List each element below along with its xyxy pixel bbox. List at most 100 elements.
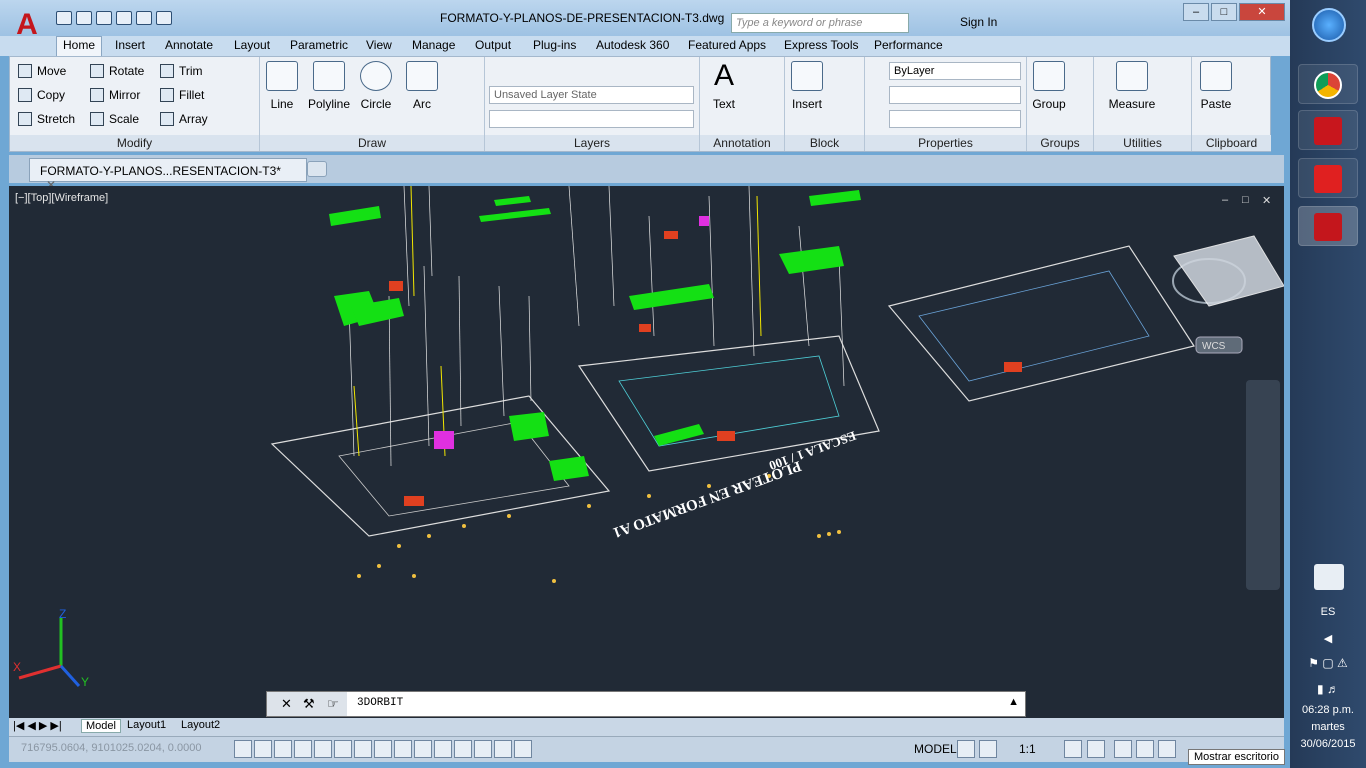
insert-block-button[interactable]: Insert bbox=[785, 57, 829, 111]
polar-tracking-icon[interactable] bbox=[314, 740, 332, 758]
hardware-acceleration-icon[interactable] bbox=[1158, 740, 1176, 758]
dynamic-input-icon[interactable] bbox=[414, 740, 432, 758]
tab-express-tools[interactable]: Express Tools bbox=[778, 37, 864, 53]
network-volume-icons[interactable]: ▮ ♬ bbox=[1290, 682, 1366, 696]
pen-input-icon[interactable] bbox=[1314, 564, 1344, 590]
restore-button[interactable]: □ bbox=[1211, 3, 1237, 21]
layout-nav-icon[interactable]: |◀ ◀ ▶ ▶| bbox=[13, 719, 62, 732]
save-icon[interactable] bbox=[96, 11, 112, 25]
command-input[interactable]: 3DORBIT bbox=[357, 697, 403, 709]
grid-display-icon[interactable] bbox=[274, 740, 292, 758]
dynamic-ucs-icon[interactable] bbox=[394, 740, 412, 758]
copy-button[interactable]: Copy bbox=[18, 88, 65, 102]
lineweight-icon[interactable] bbox=[434, 740, 452, 758]
array-button[interactable]: Array bbox=[160, 112, 208, 126]
sign-in-button[interactable]: Sign In bbox=[960, 15, 997, 29]
annotation-monitor-icon[interactable] bbox=[514, 740, 532, 758]
mirror-button[interactable]: Mirror bbox=[90, 88, 140, 102]
command-line[interactable]: ✕ ⚒ ☞ 3DORBIT ▲ bbox=[266, 691, 1026, 717]
lineweight-dropdown[interactable] bbox=[889, 110, 1021, 128]
close-icon[interactable]: ✕ bbox=[281, 696, 292, 712]
undo-icon[interactable] bbox=[136, 11, 152, 25]
annotation-panel-label[interactable]: Annotation bbox=[700, 135, 784, 151]
scale-button[interactable]: Scale bbox=[90, 112, 139, 126]
workspace-switching-icon[interactable] bbox=[1114, 740, 1132, 758]
groups-panel-label[interactable]: Groups bbox=[1027, 135, 1093, 151]
tab-layout[interactable]: Layout bbox=[228, 37, 276, 53]
snap-mode-icon[interactable] bbox=[254, 740, 272, 758]
navigation-bar[interactable] bbox=[1246, 380, 1280, 590]
command-prompt-icon[interactable]: ☞ bbox=[327, 696, 339, 712]
model-space-button[interactable]: MODEL bbox=[914, 742, 957, 756]
autocad-taskbar-button[interactable] bbox=[1298, 206, 1358, 246]
color-dropdown[interactable]: ByLayer bbox=[889, 62, 1021, 80]
selection-cycling-icon[interactable] bbox=[494, 740, 512, 758]
arc-button[interactable]: Arc bbox=[400, 57, 444, 111]
object-snap-icon[interactable] bbox=[334, 740, 352, 758]
auto-scale-icon[interactable] bbox=[1087, 740, 1105, 758]
block-panel-label[interactable]: Block bbox=[785, 135, 864, 151]
utilities-panel-label[interactable]: Utilities bbox=[1094, 135, 1191, 151]
tab-insert[interactable]: Insert bbox=[109, 37, 151, 53]
new-icon[interactable] bbox=[56, 11, 72, 25]
close-button[interactable]: ✕ bbox=[1239, 3, 1285, 21]
move-button[interactable]: Move bbox=[18, 64, 66, 78]
drawing-viewport[interactable]: [−][Top][Wireframe] – □ ✕ PLOTEAR EN FOR… bbox=[9, 186, 1284, 718]
tab-view[interactable]: View bbox=[360, 37, 398, 53]
search-input[interactable]: Type a keyword or phrase bbox=[731, 13, 909, 33]
rotate-button[interactable]: Rotate bbox=[90, 64, 144, 78]
tab-annotate[interactable]: Annotate bbox=[159, 37, 219, 53]
quick-view-layouts-icon[interactable] bbox=[957, 740, 975, 758]
linetype-dropdown[interactable] bbox=[889, 86, 1021, 104]
fillet-button[interactable]: Fillet bbox=[160, 88, 204, 102]
tab-featured-apps[interactable]: Featured Apps bbox=[682, 37, 772, 53]
quick-view-drawings-icon[interactable] bbox=[979, 740, 997, 758]
ortho-mode-icon[interactable] bbox=[294, 740, 312, 758]
redo-icon[interactable] bbox=[156, 11, 172, 25]
annotation-scale-button[interactable]: 1:1 bbox=[1019, 742, 1036, 756]
tab-plug-ins[interactable]: Plug-ins bbox=[527, 37, 582, 53]
tab-output[interactable]: Output bbox=[469, 37, 517, 53]
tab-model[interactable]: Model bbox=[81, 719, 121, 733]
group-button[interactable]: Group bbox=[1027, 57, 1071, 111]
show-hidden-icons[interactable]: ◀ bbox=[1290, 632, 1366, 645]
properties-panel-label[interactable]: Properties bbox=[865, 135, 1026, 151]
new-tab-button[interactable] bbox=[307, 161, 327, 177]
measure-button[interactable]: Measure bbox=[1102, 57, 1162, 111]
minimize-button[interactable]: – bbox=[1183, 3, 1209, 21]
tray-icons[interactable]: ⚑ ▢ ⚠ bbox=[1290, 656, 1366, 670]
viewcube[interactable] bbox=[1172, 235, 1284, 307]
sketchup-taskbar-button[interactable] bbox=[1298, 158, 1358, 198]
object-snap-tracking-icon[interactable] bbox=[374, 740, 392, 758]
tab-manage[interactable]: Manage bbox=[406, 37, 461, 53]
layer-dropdown[interactable] bbox=[489, 110, 694, 128]
tab-performance[interactable]: Performance bbox=[868, 37, 949, 53]
tab-parametric[interactable]: Parametric bbox=[284, 37, 354, 53]
document-tab[interactable]: FORMATO-Y-PLANOS...RESENTACION-T3* ✕ bbox=[29, 158, 307, 192]
plot-icon[interactable] bbox=[116, 11, 132, 25]
lock-icon[interactable] bbox=[1136, 740, 1154, 758]
line-button[interactable]: Line bbox=[260, 57, 304, 111]
text-button[interactable]: A Text bbox=[702, 57, 746, 112]
stretch-button[interactable]: Stretch bbox=[18, 112, 75, 126]
tab-layout1[interactable]: Layout1 bbox=[127, 719, 166, 731]
wrench-icon[interactable]: ⚒ bbox=[303, 696, 315, 712]
layers-panel-label[interactable]: Layers bbox=[485, 135, 699, 151]
circle-button[interactable]: Circle bbox=[354, 57, 398, 111]
polyline-button[interactable]: Polyline bbox=[302, 57, 356, 111]
clipboard-panel-label[interactable]: Clipboard bbox=[1192, 135, 1271, 151]
paste-button[interactable]: Paste bbox=[1194, 57, 1238, 111]
start-button[interactable] bbox=[1312, 8, 1346, 42]
draw-panel-label[interactable]: Draw bbox=[260, 135, 484, 151]
quick-properties-icon[interactable] bbox=[474, 740, 492, 758]
open-icon[interactable] bbox=[76, 11, 92, 25]
chrome-taskbar-button[interactable] bbox=[1298, 64, 1358, 104]
acrobat-taskbar-button[interactable] bbox=[1298, 110, 1358, 150]
modify-panel-label[interactable]: Modify bbox=[10, 135, 259, 151]
transparency-icon[interactable] bbox=[454, 740, 472, 758]
clock-time[interactable]: 06:28 p.m. bbox=[1290, 704, 1366, 716]
command-history-icon[interactable]: ▲ bbox=[1008, 696, 1019, 708]
tab-home[interactable]: Home bbox=[56, 36, 103, 56]
trim-button[interactable]: Trim bbox=[160, 64, 203, 78]
infer-constraints-icon[interactable] bbox=[234, 740, 252, 758]
